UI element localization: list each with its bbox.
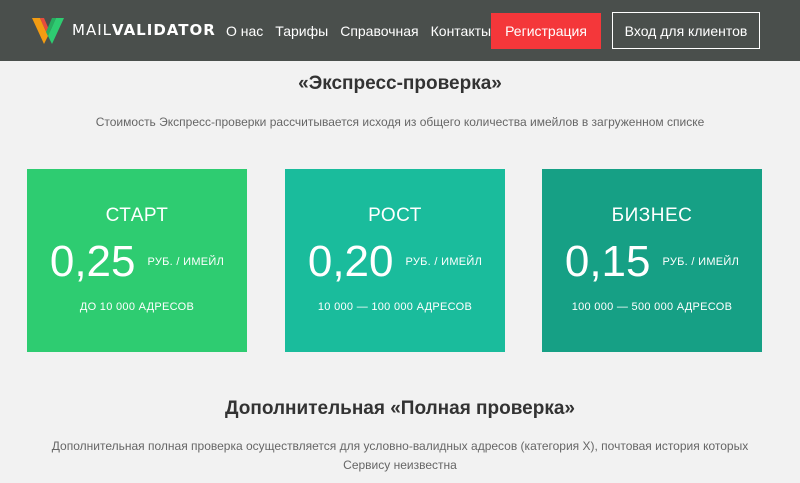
plan-range: 100 000 — 500 000 АДРЕСОВ xyxy=(571,301,733,313)
plan-price: 0,15 РУБ. / ИМЕЙЛ xyxy=(542,237,762,287)
full-check-title: Дополнительная «Полная проверка» xyxy=(224,398,575,419)
plan-price: 0,25 РУБ. / ИМЕЙЛ xyxy=(27,237,247,287)
logo-v-icon xyxy=(32,18,64,44)
client-login-button[interactable]: Вход для клиентов xyxy=(612,12,760,49)
top-navbar: MAILVALIDATOR О нас Тарифы Справочная Ко… xyxy=(0,0,800,61)
main-nav: О нас Тарифы Справочная Контакты xyxy=(226,0,503,61)
nav-about[interactable]: О нас xyxy=(226,23,263,39)
plan-price-unit: РУБ. / ИМЕЙЛ xyxy=(662,256,740,268)
full-check-description-line2: Сервису неизвестна xyxy=(343,458,457,472)
register-button[interactable]: Регистрация xyxy=(491,13,601,49)
nav-help[interactable]: Справочная xyxy=(340,23,418,39)
plan-price-value: 0,25 xyxy=(49,237,136,286)
plan-card-growth: РОСТ 0,20 РУБ. / ИМЕЙЛ 10 000 — 100 000 … xyxy=(285,169,505,352)
plan-card-start: СТАРТ 0,25 РУБ. / ИМЕЙЛ ДО 10 000 АДРЕСО… xyxy=(27,169,247,352)
site-logo[interactable]: MAILVALIDATOR xyxy=(30,14,216,46)
plan-name: БИЗНЕС xyxy=(611,205,693,226)
nav-pricing[interactable]: Тарифы xyxy=(275,23,328,39)
plan-price: 0,20 РУБ. / ИМЕЙЛ xyxy=(285,237,505,287)
plan-price-value: 0,15 xyxy=(564,237,651,286)
full-check-description-line1: Дополнительная полная проверка осуществл… xyxy=(51,439,749,453)
logo-text: MAILVALIDATOR xyxy=(72,21,216,39)
nav-contacts[interactable]: Контакты xyxy=(431,23,491,39)
plan-name: РОСТ xyxy=(368,205,422,226)
plan-price-value: 0,20 xyxy=(307,237,394,286)
plan-price-unit: РУБ. / ИМЕЙЛ xyxy=(405,256,483,268)
plan-range: 10 000 — 100 000 АДРЕСОВ xyxy=(317,301,473,313)
plan-name: СТАРТ xyxy=(105,205,169,226)
express-title: «Экспресс-проверка» xyxy=(298,73,502,94)
plan-card-business: БИЗНЕС 0,15 РУБ. / ИМЕЙЛ 100 000 — 500 0… xyxy=(542,169,762,352)
plan-range: ДО 10 000 АДРЕСОВ xyxy=(79,301,195,313)
plan-price-unit: РУБ. / ИМЕЙЛ xyxy=(147,256,225,268)
express-description: Стоимость Экспресс-проверки рассчитывает… xyxy=(95,115,705,129)
pricing-cards: СТАРТ 0,25 РУБ. / ИМЕЙЛ ДО 10 000 АДРЕСО… xyxy=(0,169,800,352)
